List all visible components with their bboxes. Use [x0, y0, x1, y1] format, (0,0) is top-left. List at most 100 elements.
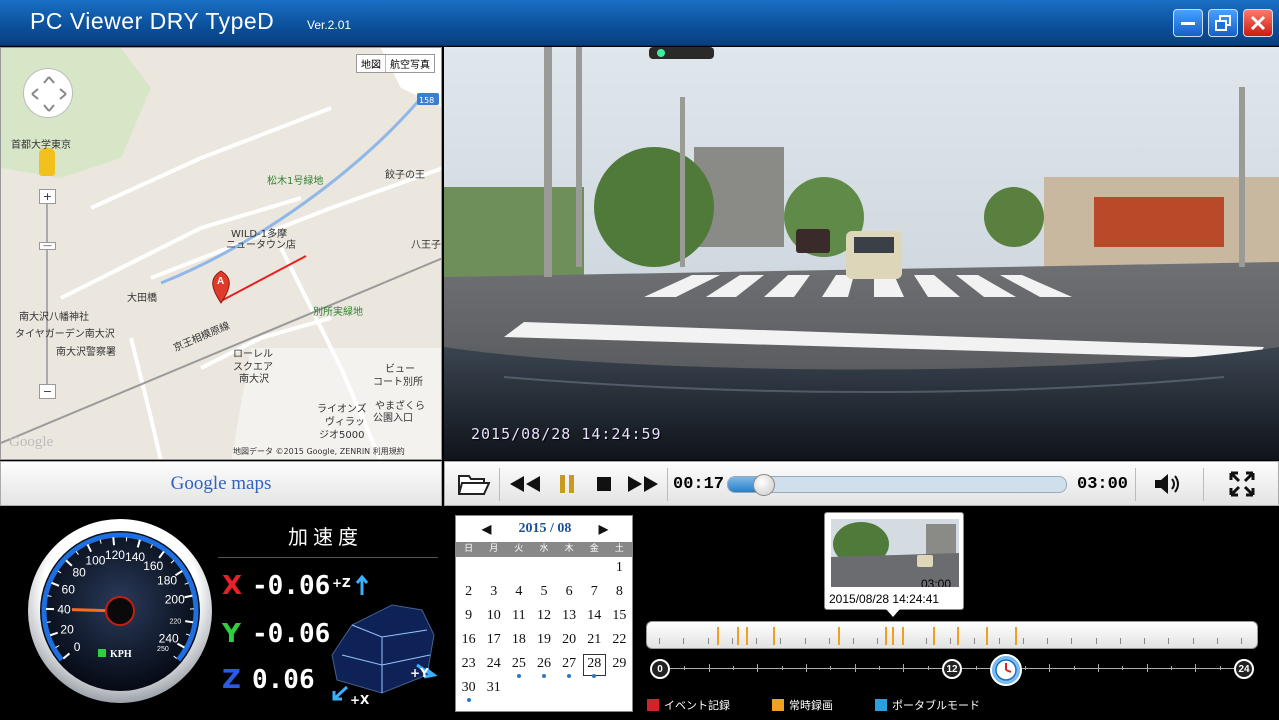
calendar-day[interactable]: 29: [607, 653, 632, 677]
recording-mark[interactable]: [957, 627, 960, 645]
timeline-hour-tick: [780, 638, 782, 644]
minimize-button[interactable]: [1173, 9, 1203, 37]
calendar-day[interactable]: 21: [582, 629, 607, 653]
calendar-day-number: 12: [536, 608, 551, 623]
recording-mark[interactable]: [901, 627, 904, 645]
calendar-day-number: 25: [511, 656, 526, 671]
stop-button[interactable]: [591, 471, 617, 497]
calendar-day[interactable]: 26: [531, 653, 556, 678]
calendar-day[interactable]: 25: [506, 653, 531, 678]
recording-mark[interactable]: [717, 627, 720, 645]
timeline-hour-tick: [707, 638, 709, 644]
recording-dot: [466, 698, 471, 702]
calendar-day[interactable]: 17: [481, 629, 506, 653]
calendar-day-number: 18: [511, 632, 526, 647]
calendar-day[interactable]: 23: [456, 653, 481, 677]
calendar-day[interactable]: 5: [531, 581, 556, 605]
map-pan-control[interactable]: [23, 68, 73, 118]
fast-forward-button[interactable]: [625, 471, 661, 497]
recording-timeline[interactable]: [646, 621, 1258, 649]
recording-mark[interactable]: [772, 627, 775, 645]
scale-tick: [976, 666, 978, 670]
calendar-empty-cell: [607, 677, 632, 701]
map-marker-label[interactable]: A: [217, 276, 224, 287]
pause-button[interactable]: [553, 471, 581, 497]
calendar-day[interactable]: 12: [531, 605, 556, 629]
video-timestamp: 2015/08/28 14:24:59: [471, 425, 662, 443]
calendar-day[interactable]: 28: [582, 653, 607, 678]
calendar-day[interactable]: 19: [531, 629, 556, 653]
calendar-day[interactable]: 24: [481, 653, 506, 677]
calendar-day[interactable]: 9: [456, 605, 481, 629]
calendar-prev-button[interactable]: ◀: [482, 522, 491, 537]
calendar-day[interactable]: 13: [557, 605, 582, 629]
seek-bar[interactable]: [727, 476, 1067, 493]
current-position-clock-icon[interactable]: [989, 654, 1022, 686]
calendar-day[interactable]: 7: [582, 581, 607, 605]
calendar-day[interactable]: 14: [582, 605, 607, 629]
calendar-day[interactable]: 1: [607, 557, 632, 581]
scale-tick: [1025, 666, 1026, 670]
google-maps-bar[interactable]: Google maps: [0, 461, 442, 506]
calendar-day[interactable]: 6: [557, 581, 582, 605]
timeline-hour-tick: [1022, 638, 1024, 644]
calendar-empty-cell: [531, 557, 556, 581]
map-panel[interactable]: A 地図 航空写真 + — − 首都大学東京 松木1号緑地 餃子の王 WILD-1多摩…: [0, 47, 442, 460]
recording-mark[interactable]: [986, 627, 989, 645]
calendar-day[interactable]: 15: [607, 605, 632, 629]
rewind-button[interactable]: [507, 471, 543, 497]
recording-mark[interactable]: [746, 627, 749, 645]
calendar-day[interactable]: 31: [481, 677, 506, 701]
volume-button[interactable]: [1151, 471, 1185, 497]
calendar-day-number: 14: [587, 608, 602, 623]
fullscreen-button[interactable]: [1227, 471, 1257, 497]
open-folder-button[interactable]: [457, 471, 491, 497]
speedometer: 020406080100 120 140160180200220240250 KPH: [28, 519, 212, 703]
map-label: 公園入口: [373, 413, 413, 424]
close-button[interactable]: [1243, 9, 1273, 37]
zoom-in-button[interactable]: +: [39, 189, 56, 204]
calendar-month-title: 2015 / 08: [518, 521, 572, 536]
recording-mark[interactable]: [891, 627, 894, 645]
timeline-hour-tick: [804, 638, 806, 644]
calendar-day[interactable]: 22: [607, 629, 632, 653]
scale-tick: [1171, 666, 1172, 670]
video-frame[interactable]: 2015/08/28 14:24:59: [444, 47, 1279, 460]
calendar-day[interactable]: 2: [456, 581, 481, 605]
recording-mark[interactable]: [1015, 627, 1018, 645]
map-label: タイヤガーデン南大沢: [15, 329, 115, 340]
calendar-day[interactable]: 16: [456, 629, 481, 653]
zoom-out-button[interactable]: −: [39, 384, 56, 399]
recording-mark[interactable]: [736, 627, 739, 645]
street-view-pegman-icon[interactable]: [39, 148, 55, 176]
calendar-weekday: 土: [614, 544, 624, 554]
recording-mark[interactable]: [884, 627, 887, 645]
calendar-day[interactable]: 18: [506, 629, 531, 653]
calendar-day-number: 23: [461, 656, 476, 671]
calendar-day-number: 9: [465, 608, 473, 623]
calendar-day[interactable]: 30: [456, 677, 481, 702]
restore-button[interactable]: [1208, 9, 1238, 37]
legend-item: イベント記録: [647, 697, 730, 713]
calendar-day[interactable]: 3: [481, 581, 506, 605]
scale-tick: [903, 664, 905, 672]
restore-icon: [1215, 15, 1231, 31]
seek-handle[interactable]: [752, 474, 775, 496]
calendar-next-button[interactable]: ▶: [599, 522, 608, 537]
recording-mark[interactable]: [838, 627, 841, 645]
map-type-satellite-button[interactable]: 航空写真: [386, 55, 434, 72]
calendar-day[interactable]: 10: [481, 605, 506, 629]
zoom-slider-handle[interactable]: —: [39, 242, 56, 251]
calendar-day[interactable]: 27: [557, 653, 582, 678]
map-attribution[interactable]: 地図データ ©2015 Google, ZENRIN 利用規約: [233, 446, 405, 457]
calendar-day[interactable]: 4: [506, 581, 531, 605]
map-type-map-button[interactable]: 地図: [357, 55, 386, 72]
calendar-day-number: 29: [612, 656, 627, 671]
scale-label: 0: [650, 659, 670, 679]
recording-mark[interactable]: [933, 627, 936, 645]
recording-thumbnail[interactable]: 03:00 2015/08/28 14:24:41: [824, 512, 964, 610]
calendar-day[interactable]: 20: [557, 629, 582, 653]
calendar-day[interactable]: 11: [506, 605, 531, 629]
calendar-day[interactable]: 8: [607, 581, 632, 605]
zoom-slider-rail[interactable]: [46, 198, 48, 388]
